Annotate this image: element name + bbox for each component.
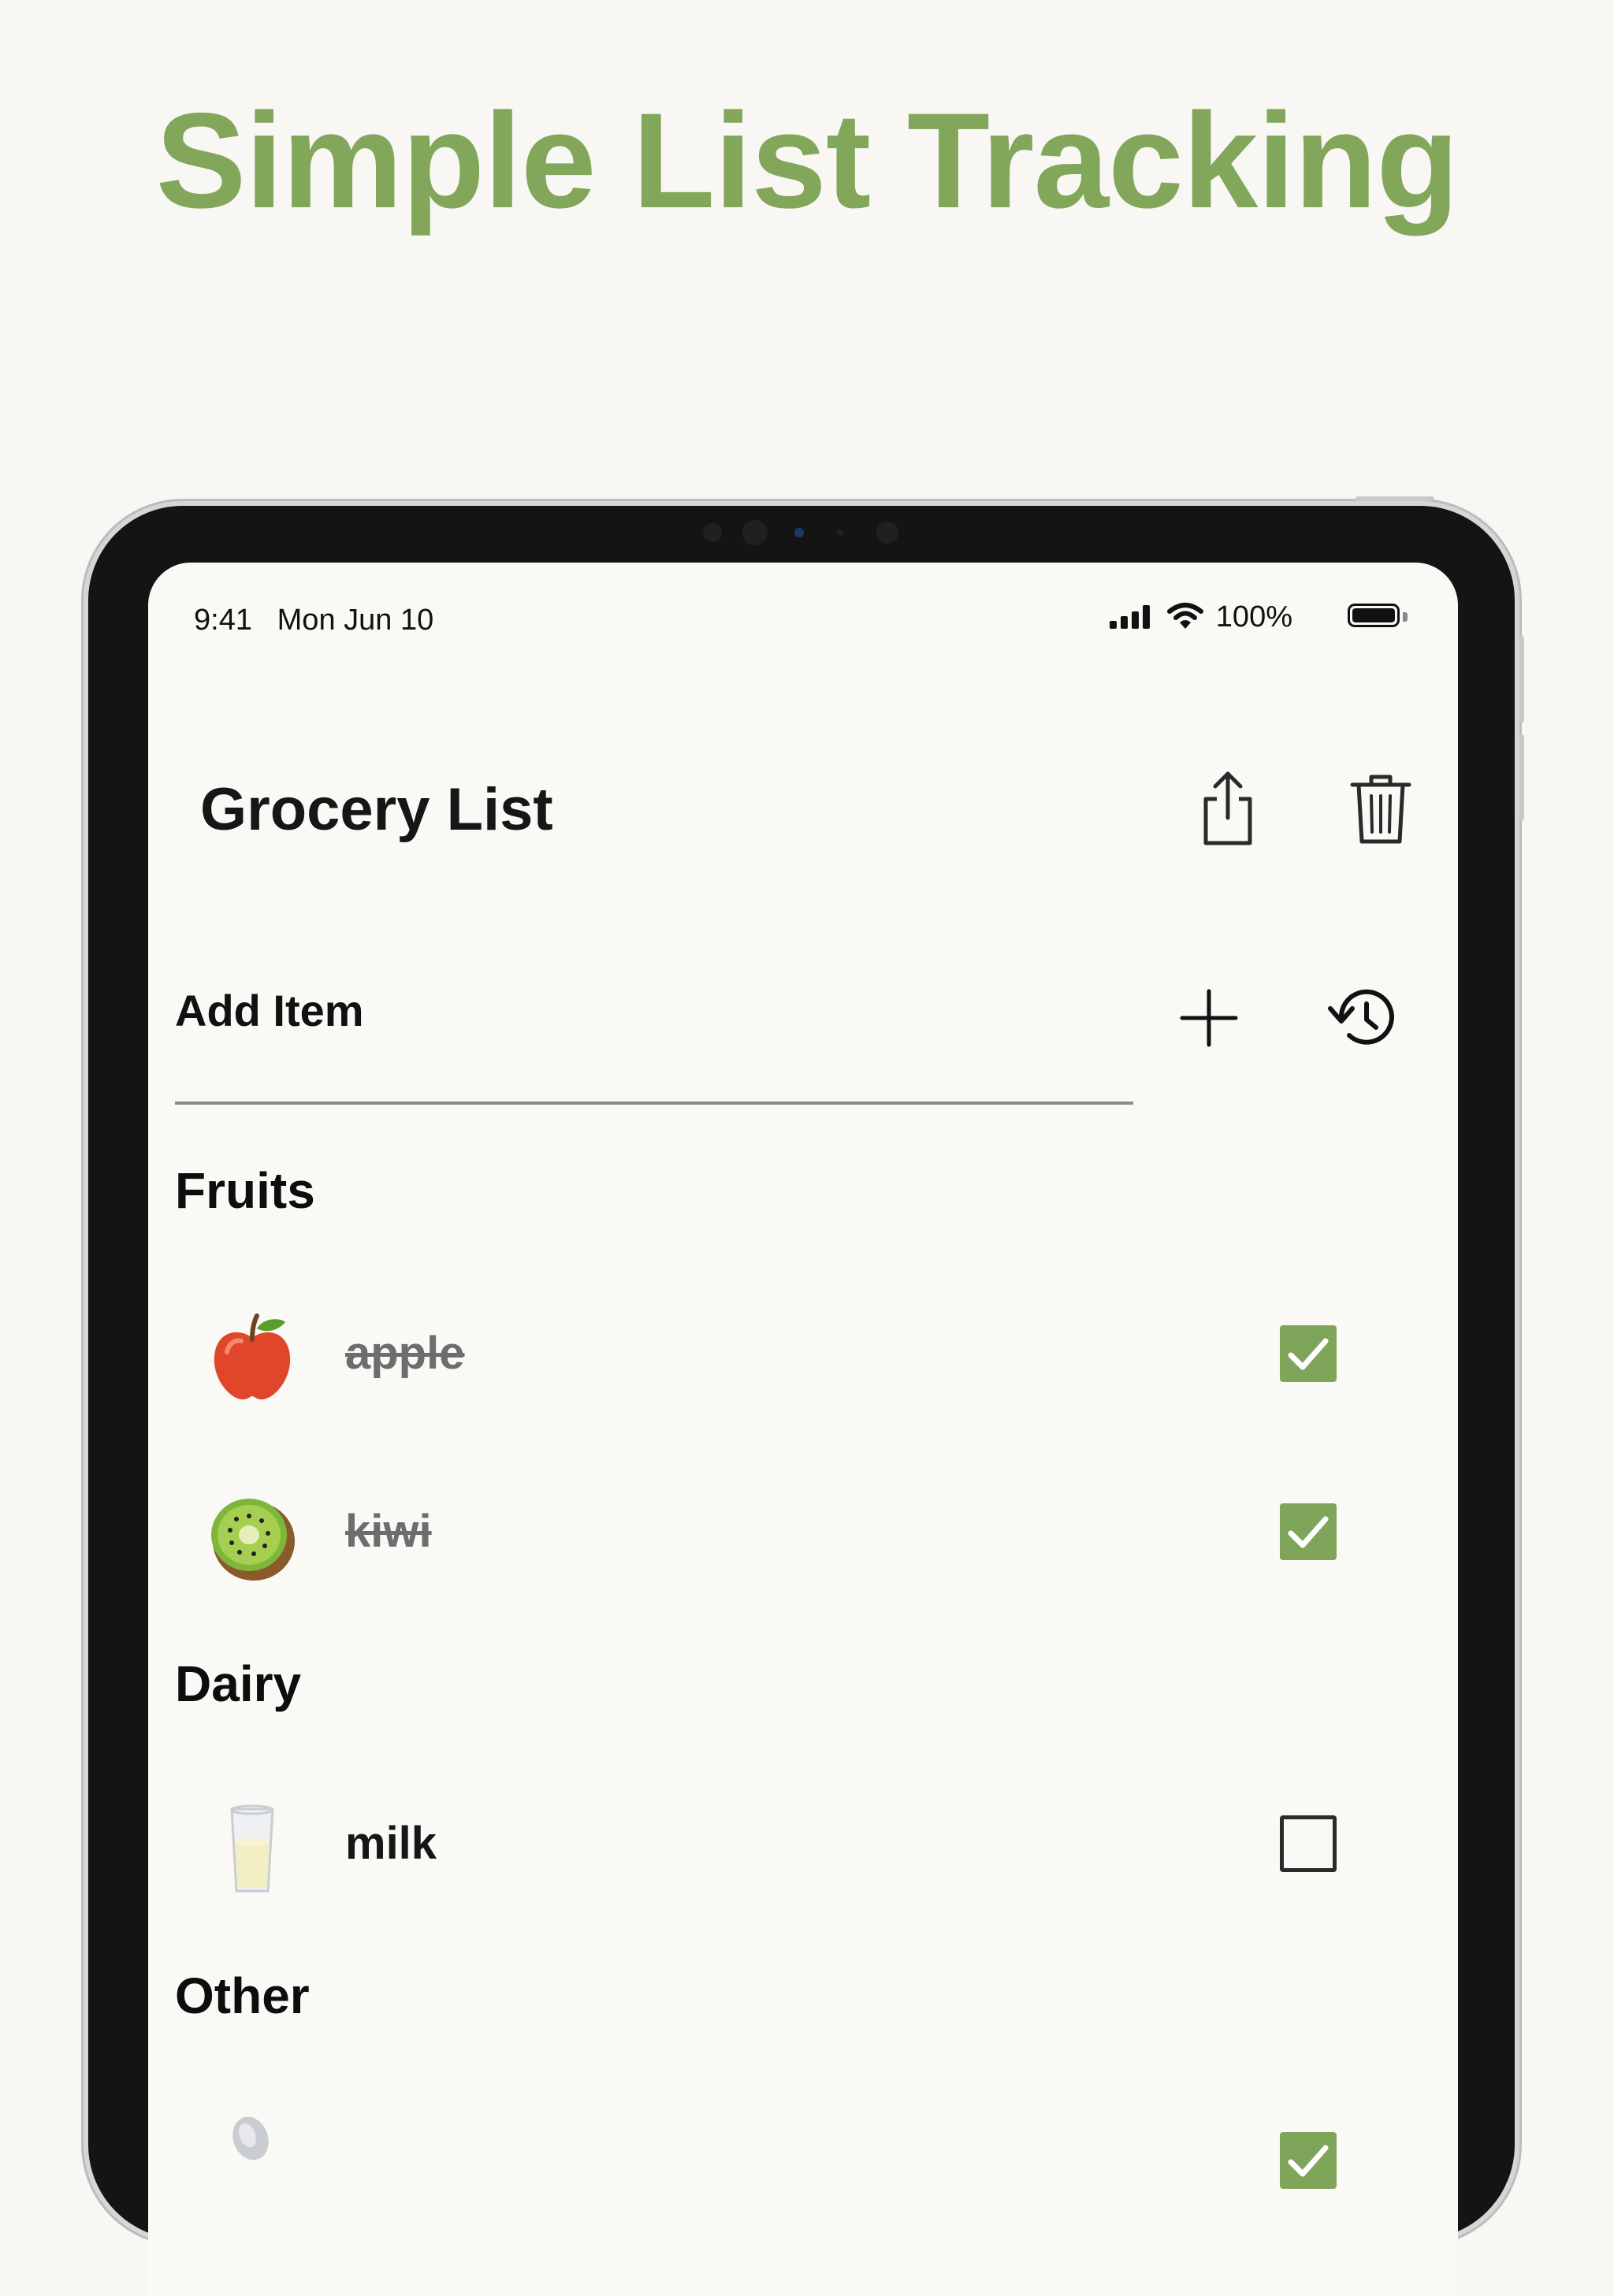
wifi-icon (1167, 603, 1203, 629)
item-text-apple: apple (345, 1328, 465, 1379)
battery-percentage: 100% (1215, 600, 1292, 633)
battery-icon (1348, 604, 1400, 627)
battery-cap (1403, 612, 1408, 622)
page-title: Grocery List (200, 776, 553, 843)
front-camera (742, 520, 768, 545)
camera-indicator (794, 528, 804, 537)
plus-icon[interactable] (1179, 988, 1239, 1048)
headline: Simple List Tracking (155, 85, 1460, 236)
checkbox-kiwi[interactable] (1280, 1503, 1337, 1560)
kiwi-icon (211, 1499, 295, 1581)
status-clock: 9:41 (194, 604, 252, 637)
spoon-icon (232, 2116, 269, 2160)
top-button (1356, 496, 1434, 501)
tablet-frame: 9:41 Mon Jun 10 100% Grocery List Add It… (88, 496, 1524, 2296)
status-time: 9:41 Mon Jun 10 (194, 604, 433, 637)
add-item-input[interactable]: Add Item (175, 985, 364, 1036)
signal-icon (1110, 605, 1152, 629)
status-indicators: 100% (1095, 600, 1411, 635)
item-text-kiwi: kiwi (345, 1506, 432, 1557)
apple-icon (214, 1313, 291, 1400)
history-icon[interactable] (1327, 985, 1400, 1051)
sensor-dot (703, 523, 722, 542)
trash-icon[interactable] (1349, 771, 1412, 846)
checkbox-milk[interactable] (1280, 1815, 1337, 1872)
checkmark-icon (1288, 1516, 1329, 1548)
sensor-dot (876, 522, 898, 544)
section-header-dairy: Dairy (175, 1655, 302, 1712)
share-icon[interactable] (1196, 769, 1259, 848)
status-date: Mon Jun 10 (277, 604, 434, 637)
milk-glass-icon (230, 1804, 274, 1893)
item-text-milk: milk (345, 1818, 437, 1869)
checkbox-apple[interactable] (1280, 1325, 1337, 1382)
section-header-other: Other (175, 1967, 310, 2024)
volume-down-button (1519, 734, 1524, 821)
section-header-fruits: Fruits (175, 1162, 315, 1219)
app-screen: 9:41 Mon Jun 10 100% Grocery List Add It… (148, 563, 1458, 2296)
checkbox-other[interactable] (1280, 2132, 1337, 2189)
volume-up-button (1519, 636, 1524, 723)
sensor-dot (837, 529, 843, 536)
checkmark-icon (1288, 1338, 1329, 1370)
add-item-underline (175, 1102, 1133, 1105)
checkmark-icon (1288, 2145, 1329, 2177)
